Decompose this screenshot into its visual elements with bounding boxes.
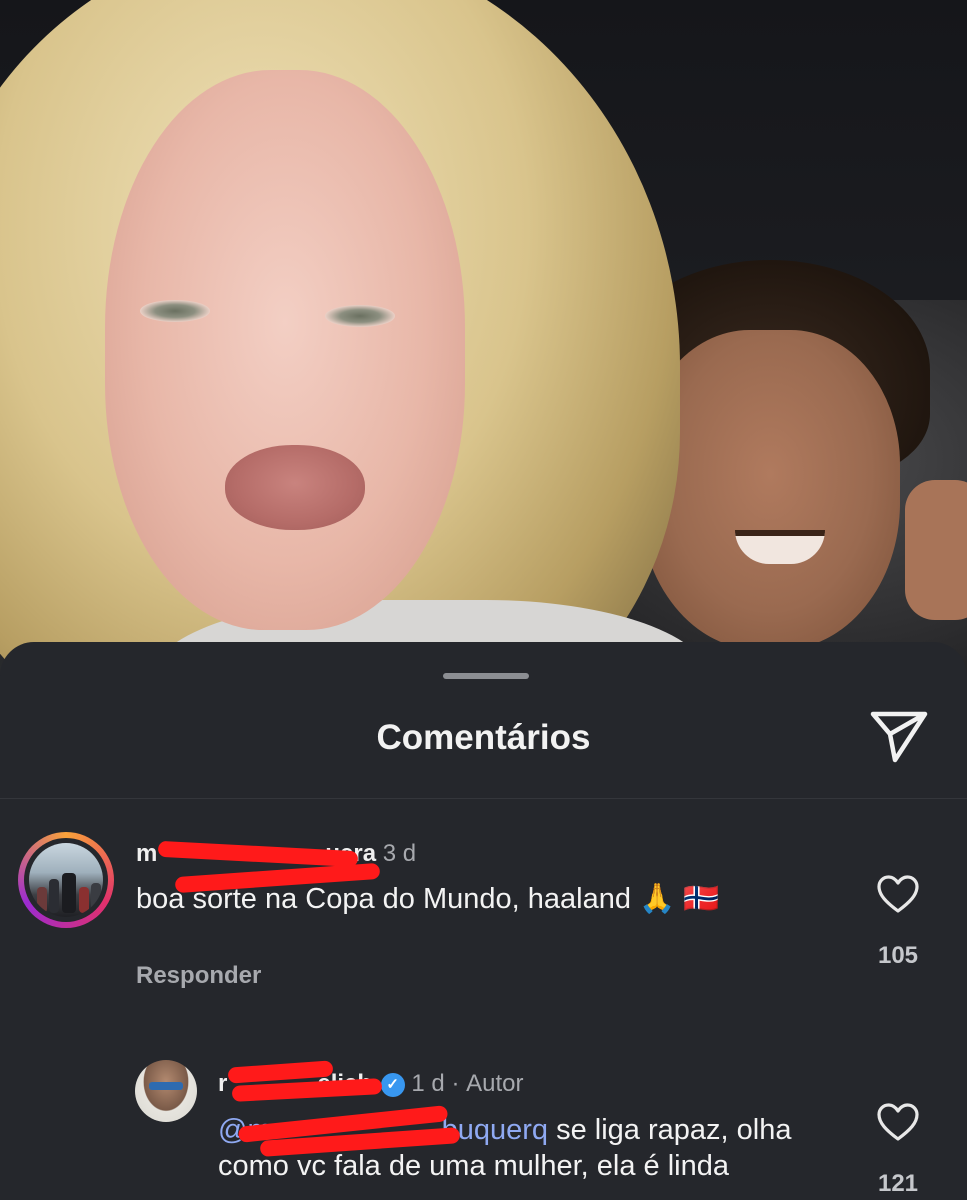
avatar-figure — [79, 887, 89, 913]
like-count: 121 — [877, 1170, 919, 1197]
username-start: m — [136, 840, 158, 867]
comment-time: 3 d — [382, 840, 417, 867]
comment-text: boa sorte na Copa do Mundo, haaland 🙏 🇳🇴 — [136, 882, 719, 916]
woman-left-eye — [140, 300, 210, 322]
avatar-figure — [62, 873, 76, 913]
norway-flag-emoji: 🇳🇴 — [683, 883, 720, 915]
avatar-sunglasses — [149, 1082, 183, 1090]
avatar-figure — [91, 883, 101, 913]
reply-body-line1: se liga rapaz, olha — [556, 1114, 792, 1146]
reply-author-avatar[interactable] — [135, 1060, 197, 1122]
heart-icon[interactable] — [876, 1102, 920, 1142]
avatar-figure — [49, 879, 59, 913]
sheet-drag-handle[interactable] — [443, 673, 529, 679]
send-icon[interactable] — [868, 708, 930, 766]
avatar-figure — [37, 887, 47, 913]
pray-emoji: 🙏 — [639, 883, 676, 915]
screen: Comentários muera 3 d boa so — [0, 0, 967, 1200]
post-photo — [0, 0, 967, 700]
author-label: Autor — [466, 1070, 524, 1097]
verified-badge-icon: ✓ — [380, 1073, 405, 1097]
woman-right-eye — [325, 305, 395, 327]
woman-lips — [225, 445, 365, 530]
man-hand — [905, 480, 967, 620]
header-divider — [0, 798, 967, 799]
heart-icon[interactable] — [876, 874, 920, 914]
like-count: 105 — [877, 942, 919, 969]
meta-separator: · — [451, 1070, 460, 1097]
reply-button[interactable]: Responder — [136, 962, 261, 990]
woman-face — [105, 70, 465, 630]
comment-body: boa sorte na Copa do Mundo, haaland — [136, 883, 631, 915]
username-start: r — [218, 1070, 228, 1097]
sheet-title: Comentários — [376, 718, 591, 757]
reply-time: 1 d — [411, 1070, 445, 1097]
avatar-photo — [29, 843, 103, 917]
avatar-ring-gap — [24, 838, 108, 922]
commenter-avatar[interactable] — [18, 832, 114, 928]
comments-sheet: Comentários muera 3 d boa so — [0, 642, 967, 1200]
reply-text-line2: como vc fala de uma mulher, ela é linda — [218, 1150, 729, 1182]
